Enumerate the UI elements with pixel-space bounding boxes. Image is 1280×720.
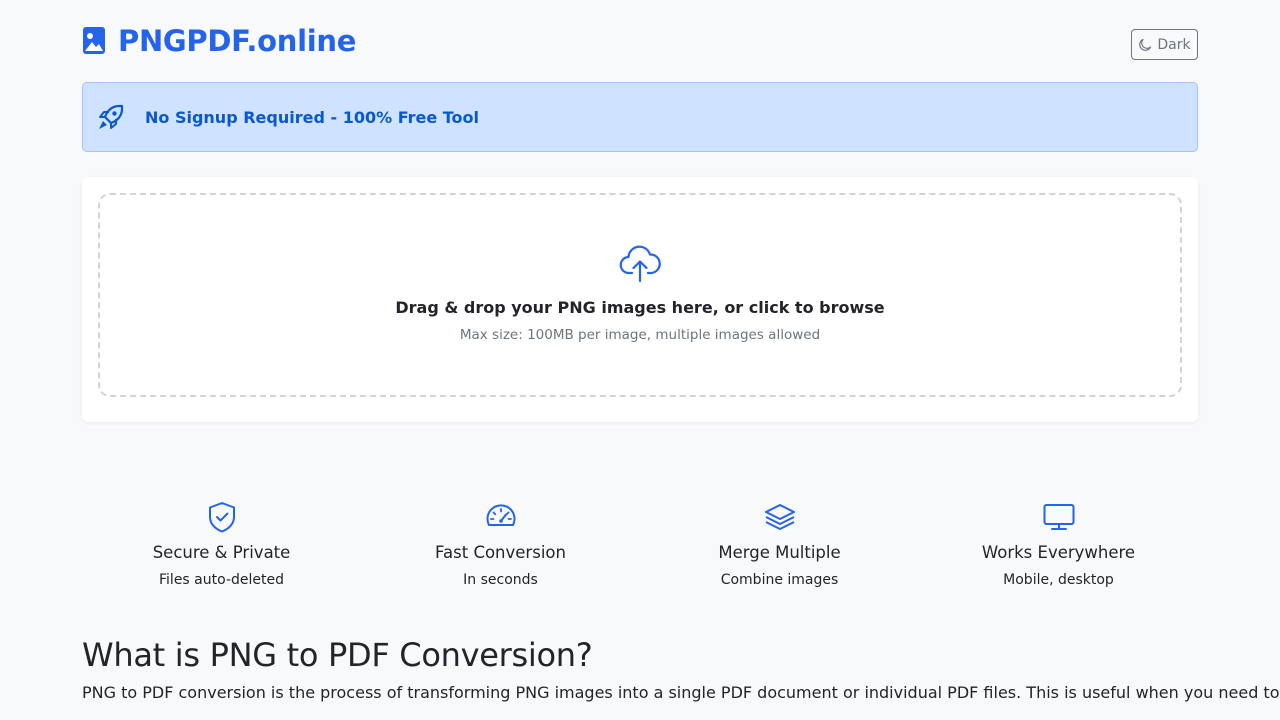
header: PNGPDF.online Dark <box>82 0 1198 82</box>
feature-subtitle: Combine images <box>720 572 839 588</box>
upload-dropzone[interactable]: Drag & drop your PNG images here, or cli… <box>98 193 1182 397</box>
features-row: Secure & Private Files auto-deleted Fast… <box>82 500 1198 588</box>
dark-mode-label: Dark <box>1157 36 1191 53</box>
moon-icon <box>1139 38 1152 51</box>
rocket-icon <box>99 104 124 129</box>
feature-subtitle: Mobile, desktop <box>1003 572 1114 588</box>
feature-everywhere: Works Everywhere Mobile, desktop <box>919 500 1198 588</box>
banner-text: No Signup Required - 100% Free Tool <box>145 107 480 127</box>
feature-subtitle: In seconds <box>463 572 538 588</box>
feature-title: Works Everywhere <box>981 543 1136 562</box>
layers-icon <box>764 504 795 530</box>
feature-merge: Merge Multiple Combine images <box>640 500 919 588</box>
feature-title: Fast Conversion <box>435 543 566 562</box>
monitor-icon <box>1043 504 1074 530</box>
feature-fast: Fast Conversion In seconds <box>361 500 640 588</box>
feature-title: Secure & Private <box>152 543 291 562</box>
feature-title: Merge Multiple <box>718 543 841 562</box>
image-file-icon <box>83 27 105 54</box>
info-banner: No Signup Required - 100% Free Tool <box>82 82 1198 152</box>
cloud-upload-icon <box>619 245 661 283</box>
about-heading: What is PNG to PDF Conversion? <box>82 636 593 674</box>
logo[interactable]: PNGPDF.online <box>82 24 356 58</box>
about-paragraph: PNG to PDF conversion is the process of … <box>82 683 1280 702</box>
shield-check-icon <box>208 502 235 533</box>
upload-card: Drag & drop your PNG images here, or cli… <box>82 177 1198 422</box>
feature-secure: Secure & Private Files auto-deleted <box>82 500 361 588</box>
dropzone-subtitle: Max size: 100MB per image, multiple imag… <box>459 327 821 343</box>
speedometer-icon <box>486 504 515 526</box>
feature-subtitle: Files auto-deleted <box>159 572 284 588</box>
logo-text: PNGPDF.online <box>118 24 357 58</box>
dropzone-title: Drag & drop your PNG images here, or cli… <box>395 298 885 317</box>
dark-mode-toggle[interactable]: Dark <box>1131 29 1198 60</box>
